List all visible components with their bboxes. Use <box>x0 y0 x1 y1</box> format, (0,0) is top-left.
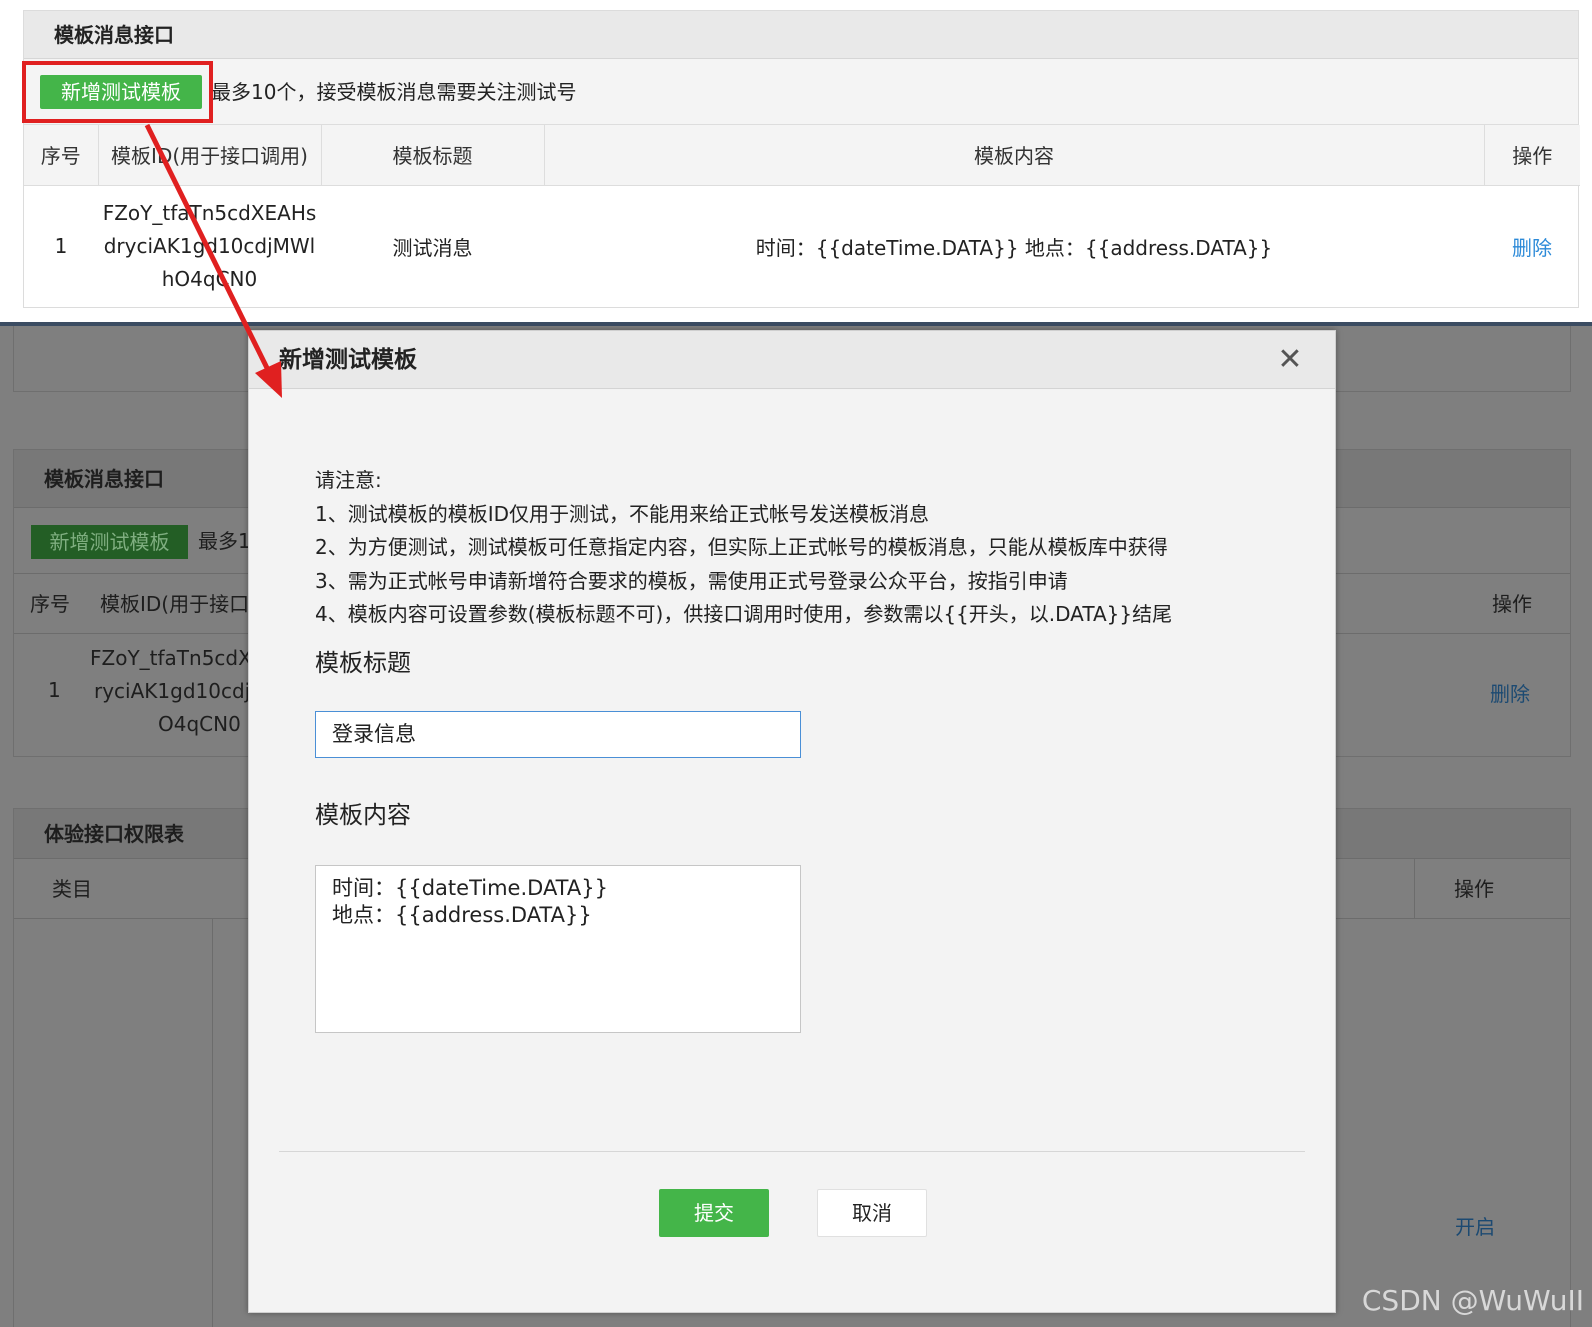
notice-item: 1、测试模板的模板ID仅用于测试，不能用来给正式帐号发送模板消息 <box>315 501 930 526</box>
top-screenshot: 模板消息接口 新增测试模板 最多10个，接受模板消息需要关注测试号 序号 模板I… <box>0 0 1592 322</box>
notice-item: 4、模板内容可设置参数(模板标题不可)，供接口调用时使用，参数需以{{开头，以.… <box>315 602 1173 627</box>
notice-item: 3、需为正式帐号申请新增符合要求的模板，需使用正式号登录公众平台，按指引申请 <box>315 568 1068 593</box>
dialog-title: 新增测试模板 <box>279 347 417 373</box>
col-action: 操作 <box>1484 125 1580 186</box>
dialog-footer-divider <box>279 1151 1305 1152</box>
delete-link[interactable]: 删除 <box>1512 236 1552 260</box>
notice-block: 请注意: 1、测试模板的模板ID仅用于测试，不能用来给正式帐号发送模板消息 2、… <box>315 464 1172 632</box>
template-table: 序号 模板ID(用于接口调用) 模板标题 模板内容 操作 1 FZoY_tfaT… <box>24 125 1580 307</box>
row-template-title: 测试消息 <box>392 235 473 260</box>
template-title-input[interactable]: 登录信息 <box>315 711 801 758</box>
table-header-row: 序号 模板ID(用于接口调用) 模板标题 模板内容 操作 <box>24 125 1580 186</box>
bg-row-id-line1: FZoY_tfaTn5cdX <box>90 646 252 670</box>
bg-row-id-line3: O4qCN0 <box>158 712 241 736</box>
cancel-button[interactable]: 取消 <box>817 1189 927 1237</box>
submit-button[interactable]: 提交 <box>659 1189 769 1237</box>
panel-toolbar: 新增测试模板 最多10个，接受模板消息需要关注测试号 <box>24 59 1578 125</box>
notice-heading: 请注意: <box>315 468 382 492</box>
bg-col-action: 操作 <box>1492 592 1532 616</box>
dialog-header: 新增测试模板 ✕ <box>249 331 1335 389</box>
notice-item: 2、为方便测试，测试模板可任意指定内容，但实际上正式帐号的模板消息，只能从模板库… <box>315 535 1168 560</box>
col-template-title: 模板标题 <box>321 125 545 186</box>
highlight-box <box>22 61 213 123</box>
row-template-id: FZoY_tfaTn5cdXEAHsdryciAK1gd10cdjMWlhO4q… <box>102 200 317 291</box>
bg-column-divider-2 <box>1414 859 1415 919</box>
bg-perm-col-action: 操作 <box>1454 877 1494 901</box>
panel-title: 模板消息接口 <box>24 11 1578 59</box>
template-title-label: 模板标题 <box>315 649 411 677</box>
row-index: 1 <box>54 234 68 259</box>
close-icon[interactable]: ✕ <box>1275 343 1305 377</box>
bg-tip: 最多1 <box>198 529 251 553</box>
template-message-panel: 模板消息接口 新增测试模板 最多10个，接受模板消息需要关注测试号 序号 模板I… <box>23 10 1580 308</box>
col-template-id: 模板ID(用于接口调用) <box>98 125 322 186</box>
template-content-textarea[interactable]: 时间：{{dateTime.DATA}} 地点：{{address.DATA}} <box>315 865 801 1033</box>
bg-add-button: 新增测试模板 <box>31 525 188 559</box>
bg-row-id-line2: ryciAK1gd10cdj <box>94 679 251 703</box>
bg-col-id: 模板ID(用于接口 <box>100 592 250 616</box>
table-row: 1 FZoY_tfaTn5cdXEAHsdryciAK1gd10cdjMWlhO… <box>24 185 1580 307</box>
col-template-content: 模板内容 <box>544 125 1485 186</box>
content-line: 时间：{{dateTime.DATA}} <box>332 876 608 900</box>
add-test-template-dialog: 新增测试模板 ✕ 请注意: 1、测试模板的模板ID仅用于测试，不能用来给正式帐号… <box>248 330 1336 1313</box>
template-content-label: 模板内容 <box>315 801 411 829</box>
col-index: 序号 <box>24 125 99 186</box>
csdn-watermark: CSDN @WuWuII <box>1361 1284 1584 1317</box>
bg-delete-link: 删除 <box>1490 682 1530 706</box>
bg-open-link: 开启 <box>1455 1215 1495 1239</box>
bg-row-index: 1 <box>48 678 61 702</box>
bg-col-category: 类目 <box>52 877 92 901</box>
row-template-content: 时间：{{dateTime.DATA}} 地点：{{address.DATA}} <box>755 235 1273 260</box>
limit-tip: 最多10个，接受模板消息需要关注测试号 <box>211 80 577 104</box>
bg-col-index: 序号 <box>30 592 70 616</box>
bg-column-divider <box>212 919 213 1327</box>
content-line: 地点：{{address.DATA}} <box>332 903 592 927</box>
